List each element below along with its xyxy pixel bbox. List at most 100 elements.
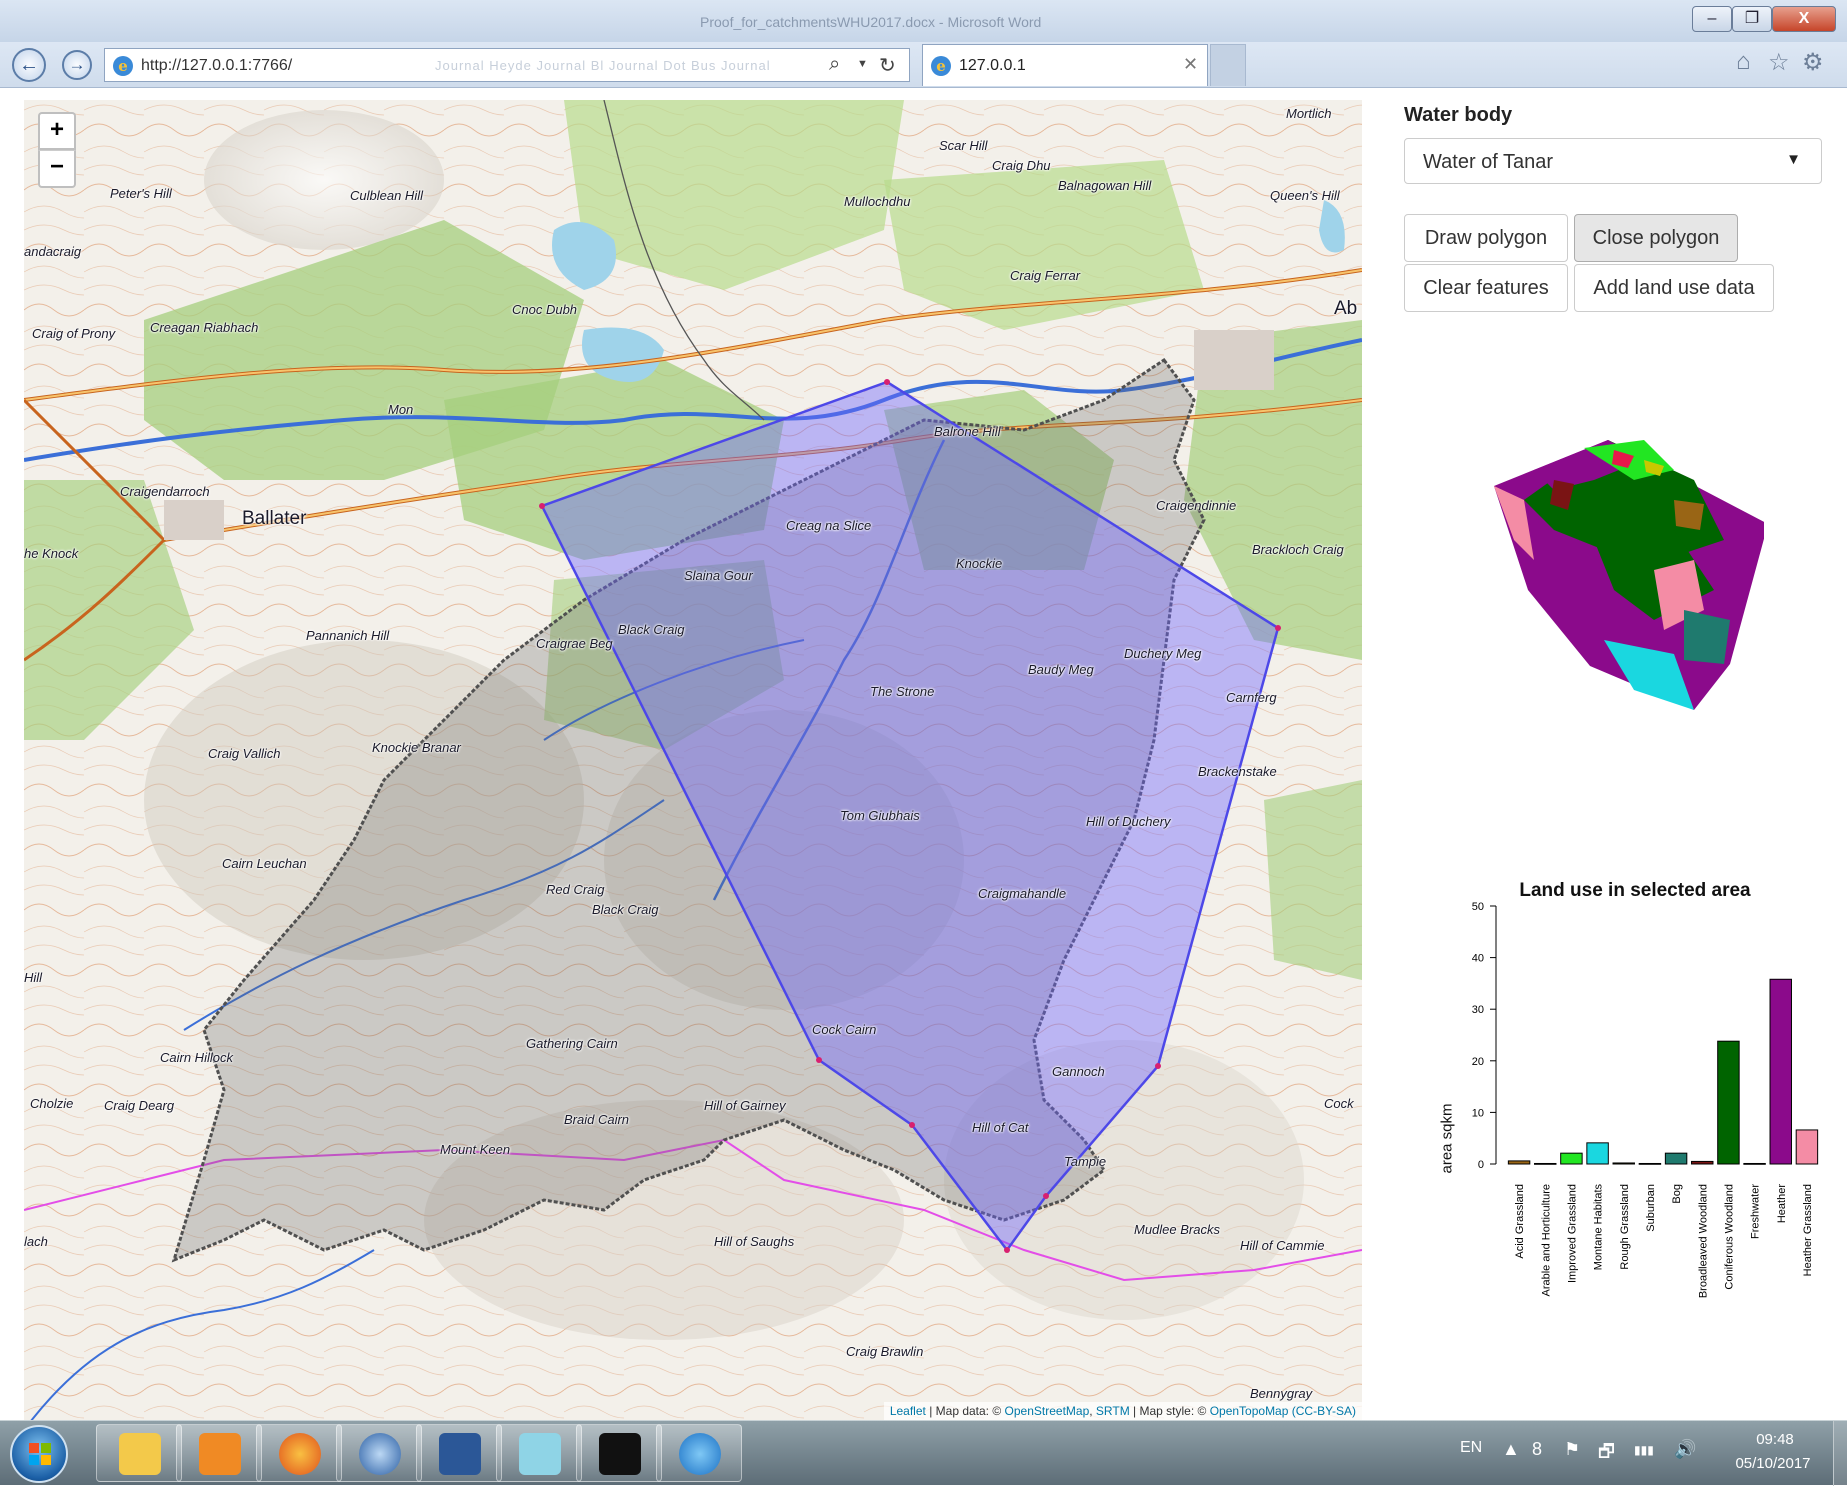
place-label: Cholzie bbox=[30, 1096, 74, 1111]
zoom-out-button[interactable]: − bbox=[38, 150, 76, 188]
place-label: Craigendarroch bbox=[120, 484, 210, 499]
place-label: Craig of Prony bbox=[32, 326, 116, 341]
add-land-use-data-button[interactable]: Add land use data bbox=[1574, 264, 1774, 312]
signal-icon[interactable]: ▮▮▮ bbox=[1634, 1443, 1654, 1457]
close-polygon-button[interactable]: Close polygon bbox=[1574, 214, 1738, 262]
place-label: Hill bbox=[24, 970, 43, 985]
place-label: Black Craig bbox=[592, 902, 659, 917]
place-label: Craig Ferrar bbox=[1010, 268, 1081, 283]
x-tick-label: Acid Grassland bbox=[1514, 1184, 1526, 1259]
network-icon[interactable]: 8 bbox=[1532, 1439, 1542, 1460]
x-tick-label: Coniferous Woodland bbox=[1723, 1184, 1735, 1290]
show-desktop-button[interactable] bbox=[1833, 1421, 1847, 1486]
place-label: The Strone bbox=[870, 684, 935, 699]
leaflet-link[interactable]: Leaflet bbox=[890, 1404, 926, 1418]
minimize-button[interactable]: – bbox=[1692, 6, 1732, 32]
opentopomap-link[interactable]: OpenTopoMap bbox=[1210, 1404, 1289, 1418]
tray-expand-icon[interactable]: ▲ bbox=[1502, 1439, 1520, 1460]
close-icon[interactable]: ✕ bbox=[1183, 54, 1198, 75]
windows-taskbar: EN ▲ 8 ⚑ 🗗 ▮▮▮ 🔊 09:48 05/10/2017 bbox=[0, 1420, 1847, 1486]
forward-button[interactable]: → bbox=[62, 50, 92, 80]
bar bbox=[1560, 1152, 1583, 1165]
clear-features-button[interactable]: Clear features bbox=[1404, 264, 1568, 312]
bar bbox=[1769, 978, 1792, 1165]
refresh-icon[interactable]: ↻ bbox=[879, 53, 896, 78]
place-label: Queen's Hill bbox=[1270, 188, 1340, 203]
license-link[interactable]: (CC-BY-SA) bbox=[1292, 1404, 1356, 1418]
power-icon[interactable]: 🗗 bbox=[1598, 1439, 1615, 1469]
x-tick-label: Bog bbox=[1671, 1184, 1683, 1204]
start-button[interactable] bbox=[10, 1425, 68, 1483]
clock-time[interactable]: 09:48 bbox=[1740, 1431, 1810, 1448]
browser-tab[interactable]: e 127.0.0.1 ✕ bbox=[922, 44, 1208, 86]
place-label: Gathering Cairn bbox=[526, 1036, 618, 1051]
taskbar-app-word[interactable] bbox=[416, 1424, 502, 1482]
outlook-icon bbox=[199, 1433, 241, 1475]
land-use-chart: Land use in selected area area sqkm 0 10 2… bbox=[1420, 880, 1840, 1420]
bar bbox=[1664, 1152, 1688, 1165]
x-tick-label: Heather bbox=[1776, 1184, 1788, 1223]
volume-icon[interactable]: 🔊 bbox=[1674, 1439, 1696, 1460]
place-label: Slaina Gour bbox=[684, 568, 753, 583]
browser-navbar: ← → e http://127.0.0.1:7766/ Journal Hey… bbox=[0, 42, 1847, 88]
place-label: Hill of Duchery bbox=[1086, 814, 1171, 829]
place-label: Braid Cairn bbox=[564, 1112, 630, 1127]
place-label: Black Craig bbox=[618, 622, 685, 637]
taskbar-app-outlook[interactable] bbox=[176, 1424, 262, 1482]
chevron-down-icon[interactable]: ▼ bbox=[857, 58, 868, 70]
address-ghost-text: Journal Heyde Journal Bl Journal Dot Bus… bbox=[435, 58, 771, 73]
place-label: Baudy Meg bbox=[1028, 662, 1094, 677]
srtm-link[interactable]: SRTM bbox=[1096, 1404, 1130, 1418]
taskbar-app-thunderbird[interactable] bbox=[336, 1424, 422, 1482]
place-label: Bennygray bbox=[1250, 1386, 1313, 1401]
place-label: Carnferg bbox=[1226, 690, 1277, 705]
water-body-select[interactable]: Water of Tanar ▼ bbox=[1404, 138, 1822, 184]
map-view[interactable]: Mortlich Scar Hill Craig Dhu Balnagowan … bbox=[24, 100, 1362, 1420]
gear-icon[interactable]: ⚙ bbox=[1802, 48, 1824, 77]
star-icon[interactable]: ☆ bbox=[1768, 48, 1790, 77]
home-icon[interactable]: ⌂ bbox=[1736, 48, 1751, 76]
place-label: Mount Keen bbox=[440, 1142, 511, 1157]
land-use-map-image bbox=[1494, 440, 1764, 710]
clock-date[interactable]: 05/10/2017 bbox=[1718, 1455, 1828, 1472]
bar bbox=[1717, 1040, 1740, 1165]
taskbar-app-explorer[interactable] bbox=[96, 1424, 182, 1482]
taskbar-app-cmd[interactable] bbox=[576, 1424, 662, 1482]
zoom-in-button[interactable]: + bbox=[38, 112, 76, 150]
place-label: Mortlich bbox=[1286, 106, 1332, 121]
taskbar-app-notepad[interactable] bbox=[496, 1424, 582, 1482]
bar bbox=[1795, 1129, 1819, 1165]
firefox-icon bbox=[279, 1433, 321, 1475]
place-label: Craig Brawlin bbox=[846, 1344, 924, 1359]
maximize-button[interactable]: ❐ bbox=[1732, 6, 1772, 32]
flag-icon[interactable]: ⚑ bbox=[1564, 1439, 1580, 1460]
draw-polygon-button[interactable]: Draw polygon bbox=[1404, 214, 1568, 262]
attribution-text: | Map style: © bbox=[1129, 1404, 1210, 1418]
y-tick-label: 50 bbox=[1472, 901, 1484, 913]
bar bbox=[1638, 1162, 1662, 1165]
window-title: Proof_for_catchmentsWHU2017.docx - Micro… bbox=[700, 14, 1042, 30]
address-bar[interactable]: e http://127.0.0.1:7766/ Journal Heyde J… bbox=[104, 48, 910, 82]
map-attribution: Leaflet | Map data: © OpenStreetMap, SRT… bbox=[883, 1402, 1362, 1420]
osm-link[interactable]: OpenStreetMap bbox=[1005, 1404, 1090, 1418]
place-label: Brackenstake bbox=[1198, 764, 1277, 779]
place-label: Knockie bbox=[956, 556, 1003, 571]
place-label: andacraig bbox=[24, 244, 82, 259]
back-button[interactable]: ← bbox=[12, 48, 46, 82]
thunderbird-icon bbox=[359, 1433, 401, 1475]
place-label: Hill of Cat bbox=[972, 1120, 1029, 1135]
control-panel: Water body Water of Tanar ▼ Draw polygon… bbox=[1380, 100, 1840, 1420]
x-tick-label: Arable and Horticulture bbox=[1540, 1184, 1552, 1297]
water-body-label: Water body bbox=[1404, 104, 1513, 126]
taskbar-app-firefox[interactable] bbox=[256, 1424, 342, 1482]
close-window-button[interactable]: X bbox=[1772, 6, 1836, 32]
bar bbox=[1507, 1160, 1531, 1165]
address-url[interactable]: http://127.0.0.1:7766/ bbox=[141, 57, 292, 75]
language-indicator[interactable]: EN bbox=[1460, 1439, 1482, 1457]
ie-favicon-icon: e bbox=[931, 56, 951, 76]
taskbar-app-ie[interactable] bbox=[656, 1424, 742, 1482]
place-label: Brackloch Craig bbox=[1252, 542, 1344, 557]
ie-favicon-icon: e bbox=[113, 56, 133, 76]
search-icon[interactable]: ⌕ bbox=[829, 53, 840, 76]
new-tab-button[interactable] bbox=[1210, 44, 1246, 86]
